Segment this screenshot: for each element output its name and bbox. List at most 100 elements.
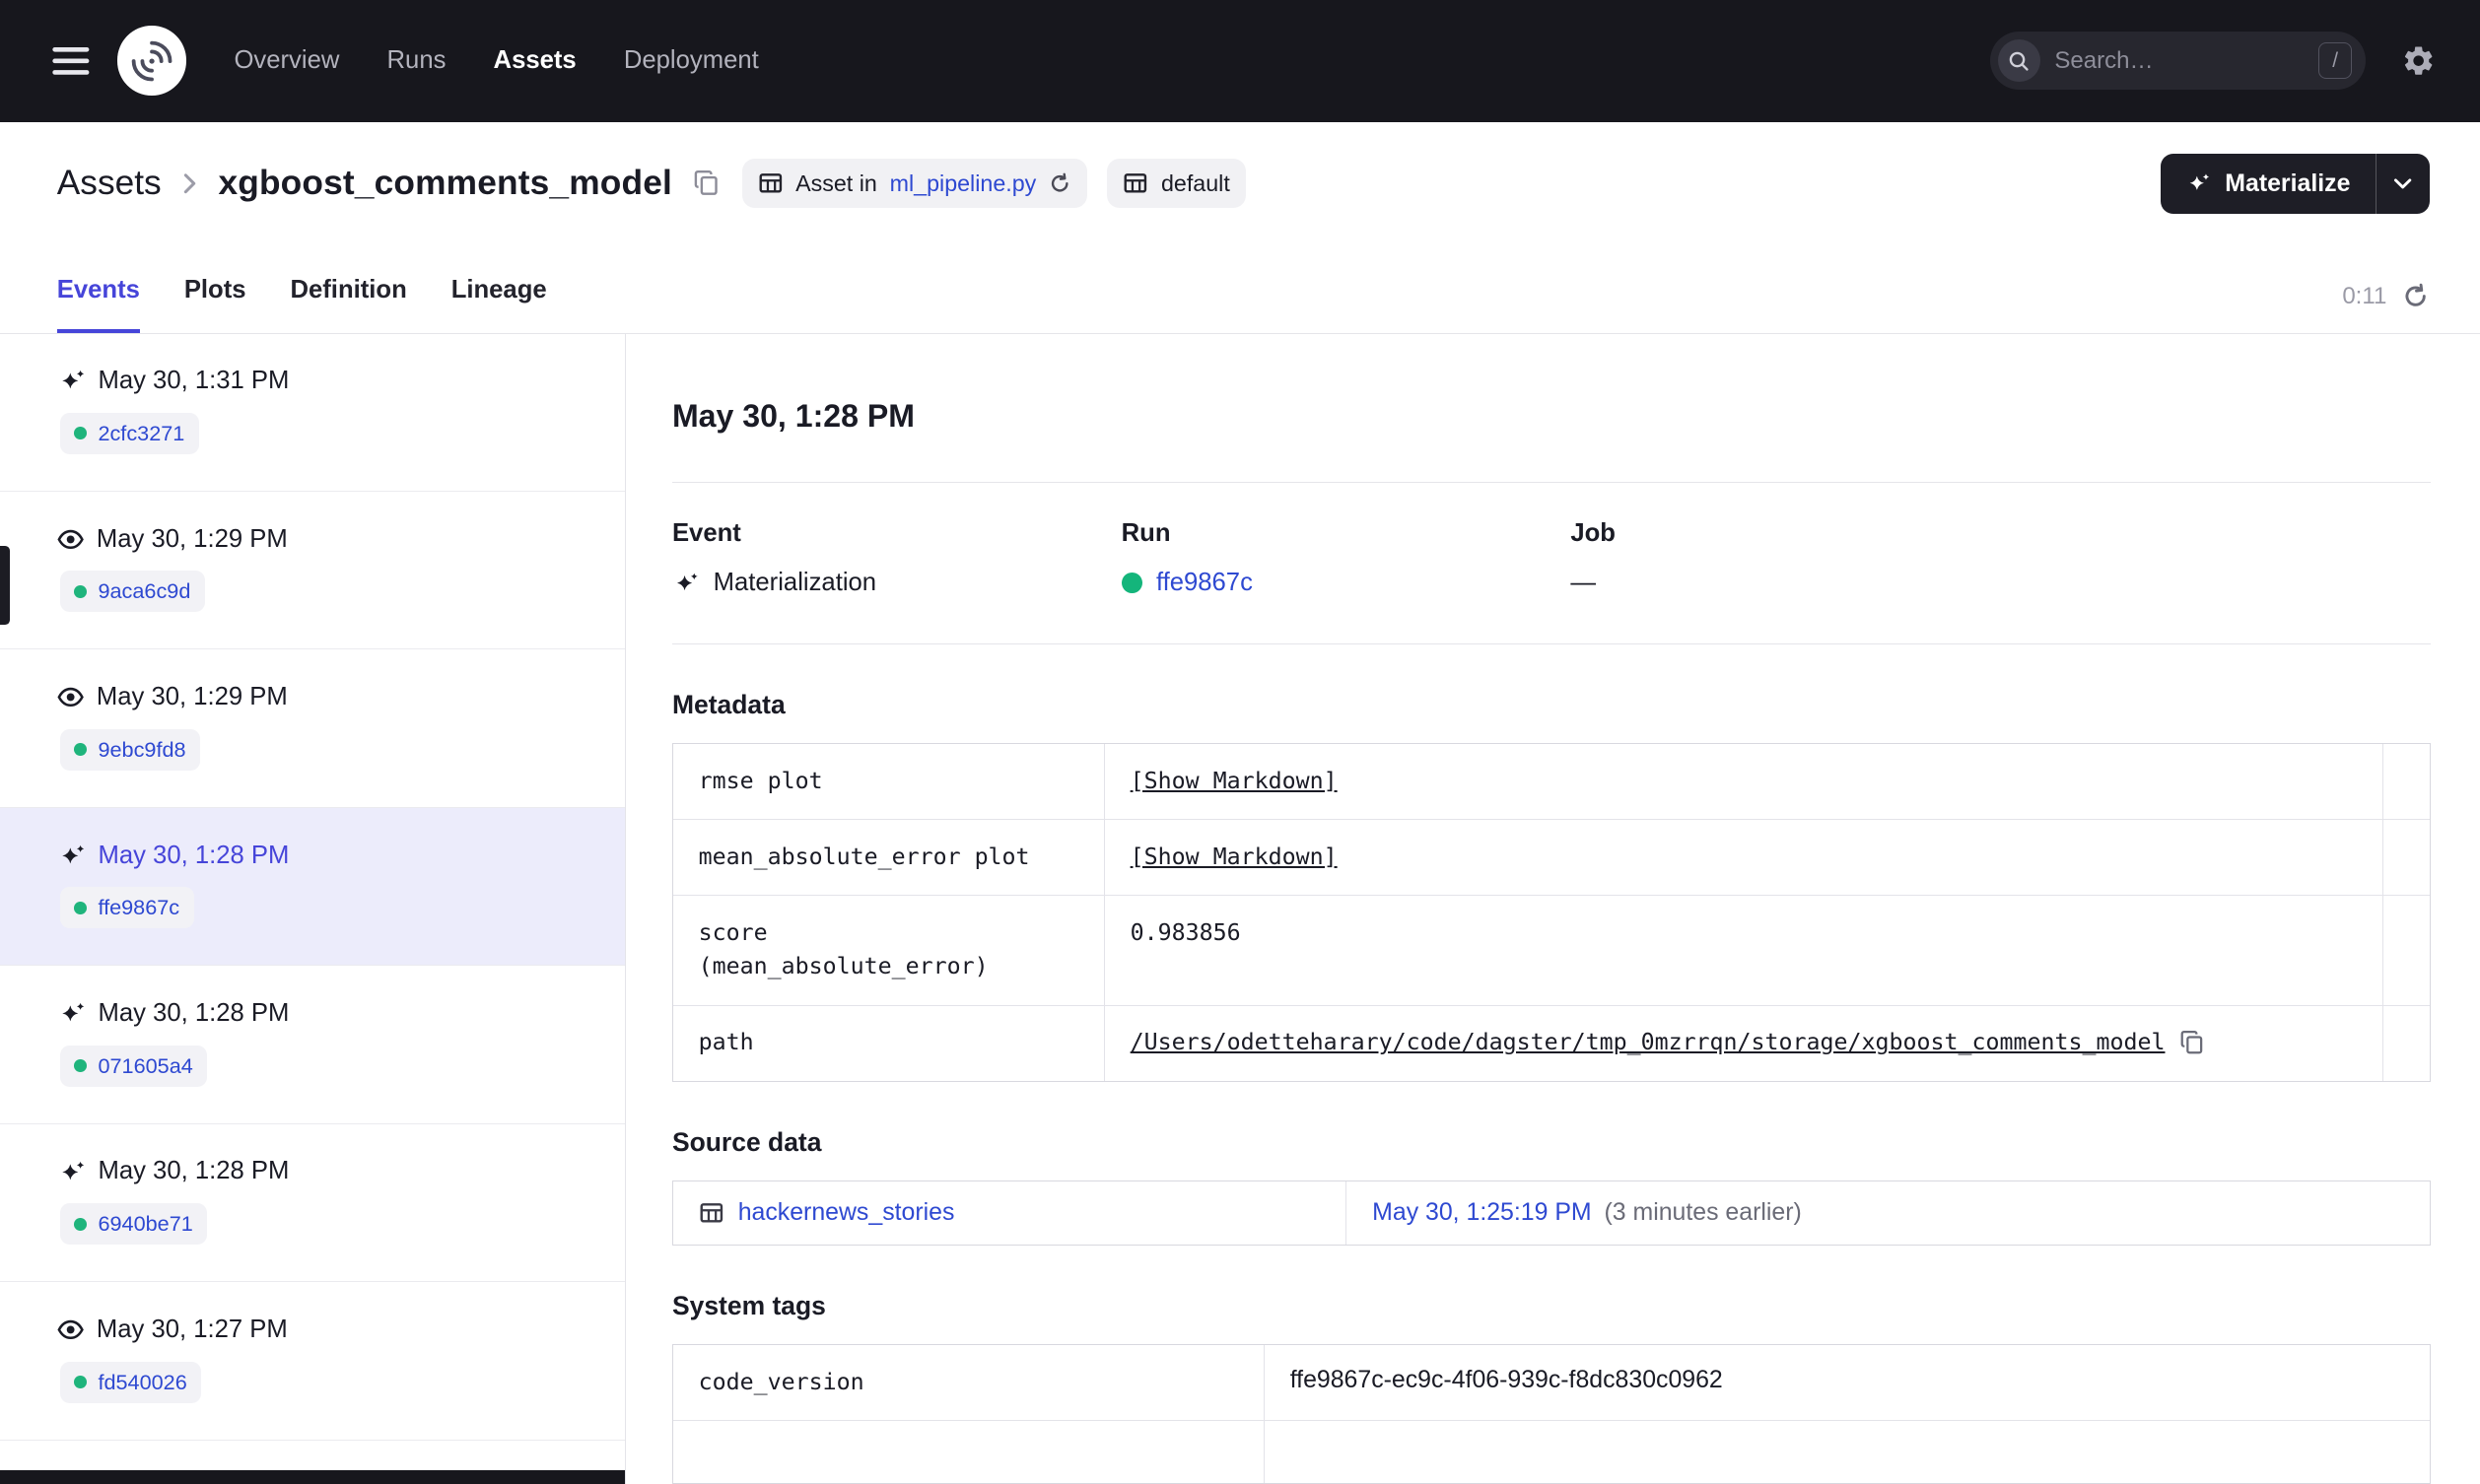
show-markdown-link[interactable]: [Show Markdown]	[1131, 841, 1338, 874]
run-id-tag[interactable]: 9aca6c9d	[59, 571, 205, 613]
event-column-header: Event	[671, 519, 741, 548]
event-detail-pane: May 30, 1:28 PM Event Materialization Ru…	[626, 334, 2480, 1484]
source-timestamp-link[interactable]: May 30, 1:25:19 PM	[1372, 1198, 1591, 1227]
copy-path-icon[interactable]	[2179, 1030, 2205, 1055]
dagster-app: Overview Runs Assets Deployment / Assets…	[0, 0, 2480, 1484]
run-id-link[interactable]: 9ebc9fd8	[98, 737, 185, 763]
run-id-link[interactable]: 2cfc3271	[98, 421, 184, 446]
run-status-dot	[74, 427, 88, 440]
table-icon	[1123, 170, 1148, 196]
materialization-icon	[57, 370, 86, 391]
metadata-row-end	[2382, 895, 2430, 1005]
materialize-split-button: Materialize	[2160, 153, 2430, 214]
run-id-tag[interactable]: ffe9867c	[59, 887, 194, 929]
metadata-key: rmse plot	[673, 743, 1105, 819]
event-list-item[interactable]: May 30, 1:28 PM 6940be71	[0, 1124, 626, 1283]
tab-lineage[interactable]: Lineage	[451, 276, 547, 332]
divider	[671, 642, 2432, 644]
run-id-link[interactable]: 9aca6c9d	[98, 578, 190, 604]
run-status-dot	[74, 743, 88, 757]
metadata-row: path /Users/odetteharary/code/dagster/tm…	[672, 1004, 2431, 1081]
search-input[interactable]	[2054, 46, 2305, 75]
code-location-link[interactable]: ml_pipeline.py	[890, 170, 1037, 197]
run-id-link[interactable]: ffe9867c	[1156, 569, 1253, 597]
event-list-item[interactable]: May 30, 1:29 PM 9ebc9fd8	[0, 649, 626, 808]
top-nav: Overview Runs Assets Deployment /	[0, 0, 2480, 122]
event-list-item-selected[interactable]: May 30, 1:28 PM ffe9867c	[0, 807, 626, 967]
content-area: May 30, 1:31 PM 2cfc3271 May 30, 1:29 PM…	[0, 333, 2480, 1484]
metadata-heading: Metadata	[671, 690, 786, 720]
job-column: Job —	[1570, 519, 2020, 597]
tab-definition[interactable]: Definition	[290, 276, 406, 332]
job-column-header: Job	[1570, 519, 1616, 548]
reload-location-icon[interactable]	[1049, 172, 1070, 194]
metadata-row-end	[2382, 743, 2430, 819]
tab-events[interactable]: Events	[56, 276, 140, 333]
observation-icon	[57, 1319, 84, 1340]
run-id-tag[interactable]: 071605a4	[59, 1045, 208, 1087]
metadata-value: 0.983856	[1130, 918, 1241, 946]
source-relative-time: (3 minutes earlier)	[1604, 1198, 1802, 1227]
event-list-item[interactable]: May 30, 1:28 PM 071605a4	[0, 966, 626, 1124]
event-timestamp: May 30, 1:27 PM	[96, 1315, 288, 1343]
event-list-item[interactable]: May 30, 1:27 PM fd540026	[0, 1282, 626, 1441]
event-list-item[interactable]: May 30, 1:29 PM 9aca6c9d	[0, 492, 626, 650]
materialization-icon	[57, 1002, 86, 1024]
source-asset-link[interactable]: hackernews_stories	[738, 1198, 955, 1227]
event-timestamp: May 30, 1:29 PM	[96, 524, 288, 553]
event-list-sidebar: May 30, 1:31 PM 2cfc3271 May 30, 1:29 PM…	[0, 333, 627, 1484]
metadata-key: path	[673, 1005, 1105, 1081]
nav-runs[interactable]: Runs	[387, 46, 447, 75]
show-markdown-link[interactable]: [Show Markdown]	[1131, 765, 1338, 798]
search-bar[interactable]: /	[1989, 32, 2367, 91]
sparkle-icon	[2185, 173, 2211, 192]
refresh-icon[interactable]	[2402, 283, 2429, 309]
metadata-table: rmse plot [Show Markdown] mean_absolute_…	[671, 742, 2432, 1082]
group-tag-label: default	[1160, 169, 1230, 196]
observation-icon	[57, 529, 84, 550]
system-tag-value: ffe9867c-ec9c-4f06-939c-f8dc830c0962	[1289, 1365, 1723, 1393]
observation-icon	[57, 687, 84, 708]
search-icon	[1997, 39, 2040, 83]
hamburger-menu-icon[interactable]	[50, 40, 92, 82]
run-status-dot	[74, 1376, 88, 1388]
code-location-prefix: Asset in	[795, 169, 877, 196]
nav-deployment[interactable]: Deployment	[624, 46, 759, 75]
gear-icon[interactable]	[2401, 43, 2436, 78]
sidebar-scrollbar-thumb[interactable]	[0, 545, 10, 625]
breadcrumb-assets[interactable]: Assets	[57, 164, 162, 203]
job-value: —	[1570, 569, 1596, 597]
dagster-logo[interactable]	[116, 26, 187, 97]
run-id-tag[interactable]: 9ebc9fd8	[59, 728, 200, 771]
materialize-dropdown-button[interactable]	[2376, 153, 2430, 214]
storage-path-link[interactable]: /Users/odetteharary/code/dagster/tmp_0mz…	[1131, 1026, 2166, 1059]
materialize-button[interactable]: Materialize	[2161, 154, 2377, 214]
run-id-link[interactable]: 6940be71	[98, 1211, 192, 1237]
copy-asset-name-icon[interactable]	[693, 169, 722, 198]
materialize-label: Materialize	[2225, 169, 2351, 197]
system-tags-heading: System tags	[671, 1291, 826, 1321]
group-tag[interactable]: default	[1107, 159, 1246, 208]
nav-assets[interactable]: Assets	[494, 46, 577, 75]
source-data-table: hackernews_stories May 30, 1:25:19 PM (3…	[671, 1180, 2432, 1246]
event-list-item[interactable]: May 30, 1:31 PM 2cfc3271	[0, 334, 626, 492]
tab-plots[interactable]: Plots	[184, 276, 246, 332]
event-timestamp: May 30, 1:28 PM	[98, 999, 290, 1028]
sidebar-bottom-bar	[0, 1470, 626, 1484]
materialization-icon	[57, 1161, 86, 1182]
metadata-row: rmse plot [Show Markdown]	[673, 743, 2430, 819]
nav-overview[interactable]: Overview	[234, 46, 339, 75]
event-summary-columns: Event Materialization Run ffe9867c Job —	[672, 519, 2431, 597]
run-id-link[interactable]: 071605a4	[98, 1053, 192, 1079]
run-id-tag[interactable]: 2cfc3271	[59, 412, 199, 454]
run-status-dot	[74, 1059, 88, 1073]
run-id-link[interactable]: ffe9867c	[98, 895, 179, 920]
run-id-link[interactable]: fd540026	[98, 1370, 186, 1395]
metadata-row-end	[2382, 819, 2430, 895]
run-column-header: Run	[1121, 519, 1171, 548]
run-id-tag[interactable]: fd540026	[59, 1361, 202, 1403]
page-title: xgboost_comments_model	[218, 164, 672, 203]
metadata-row: score (mean_absolute_error) 0.983856	[672, 894, 2431, 1005]
metadata-row-end	[2382, 1005, 2430, 1081]
run-id-tag[interactable]: 6940be71	[59, 1203, 208, 1246]
